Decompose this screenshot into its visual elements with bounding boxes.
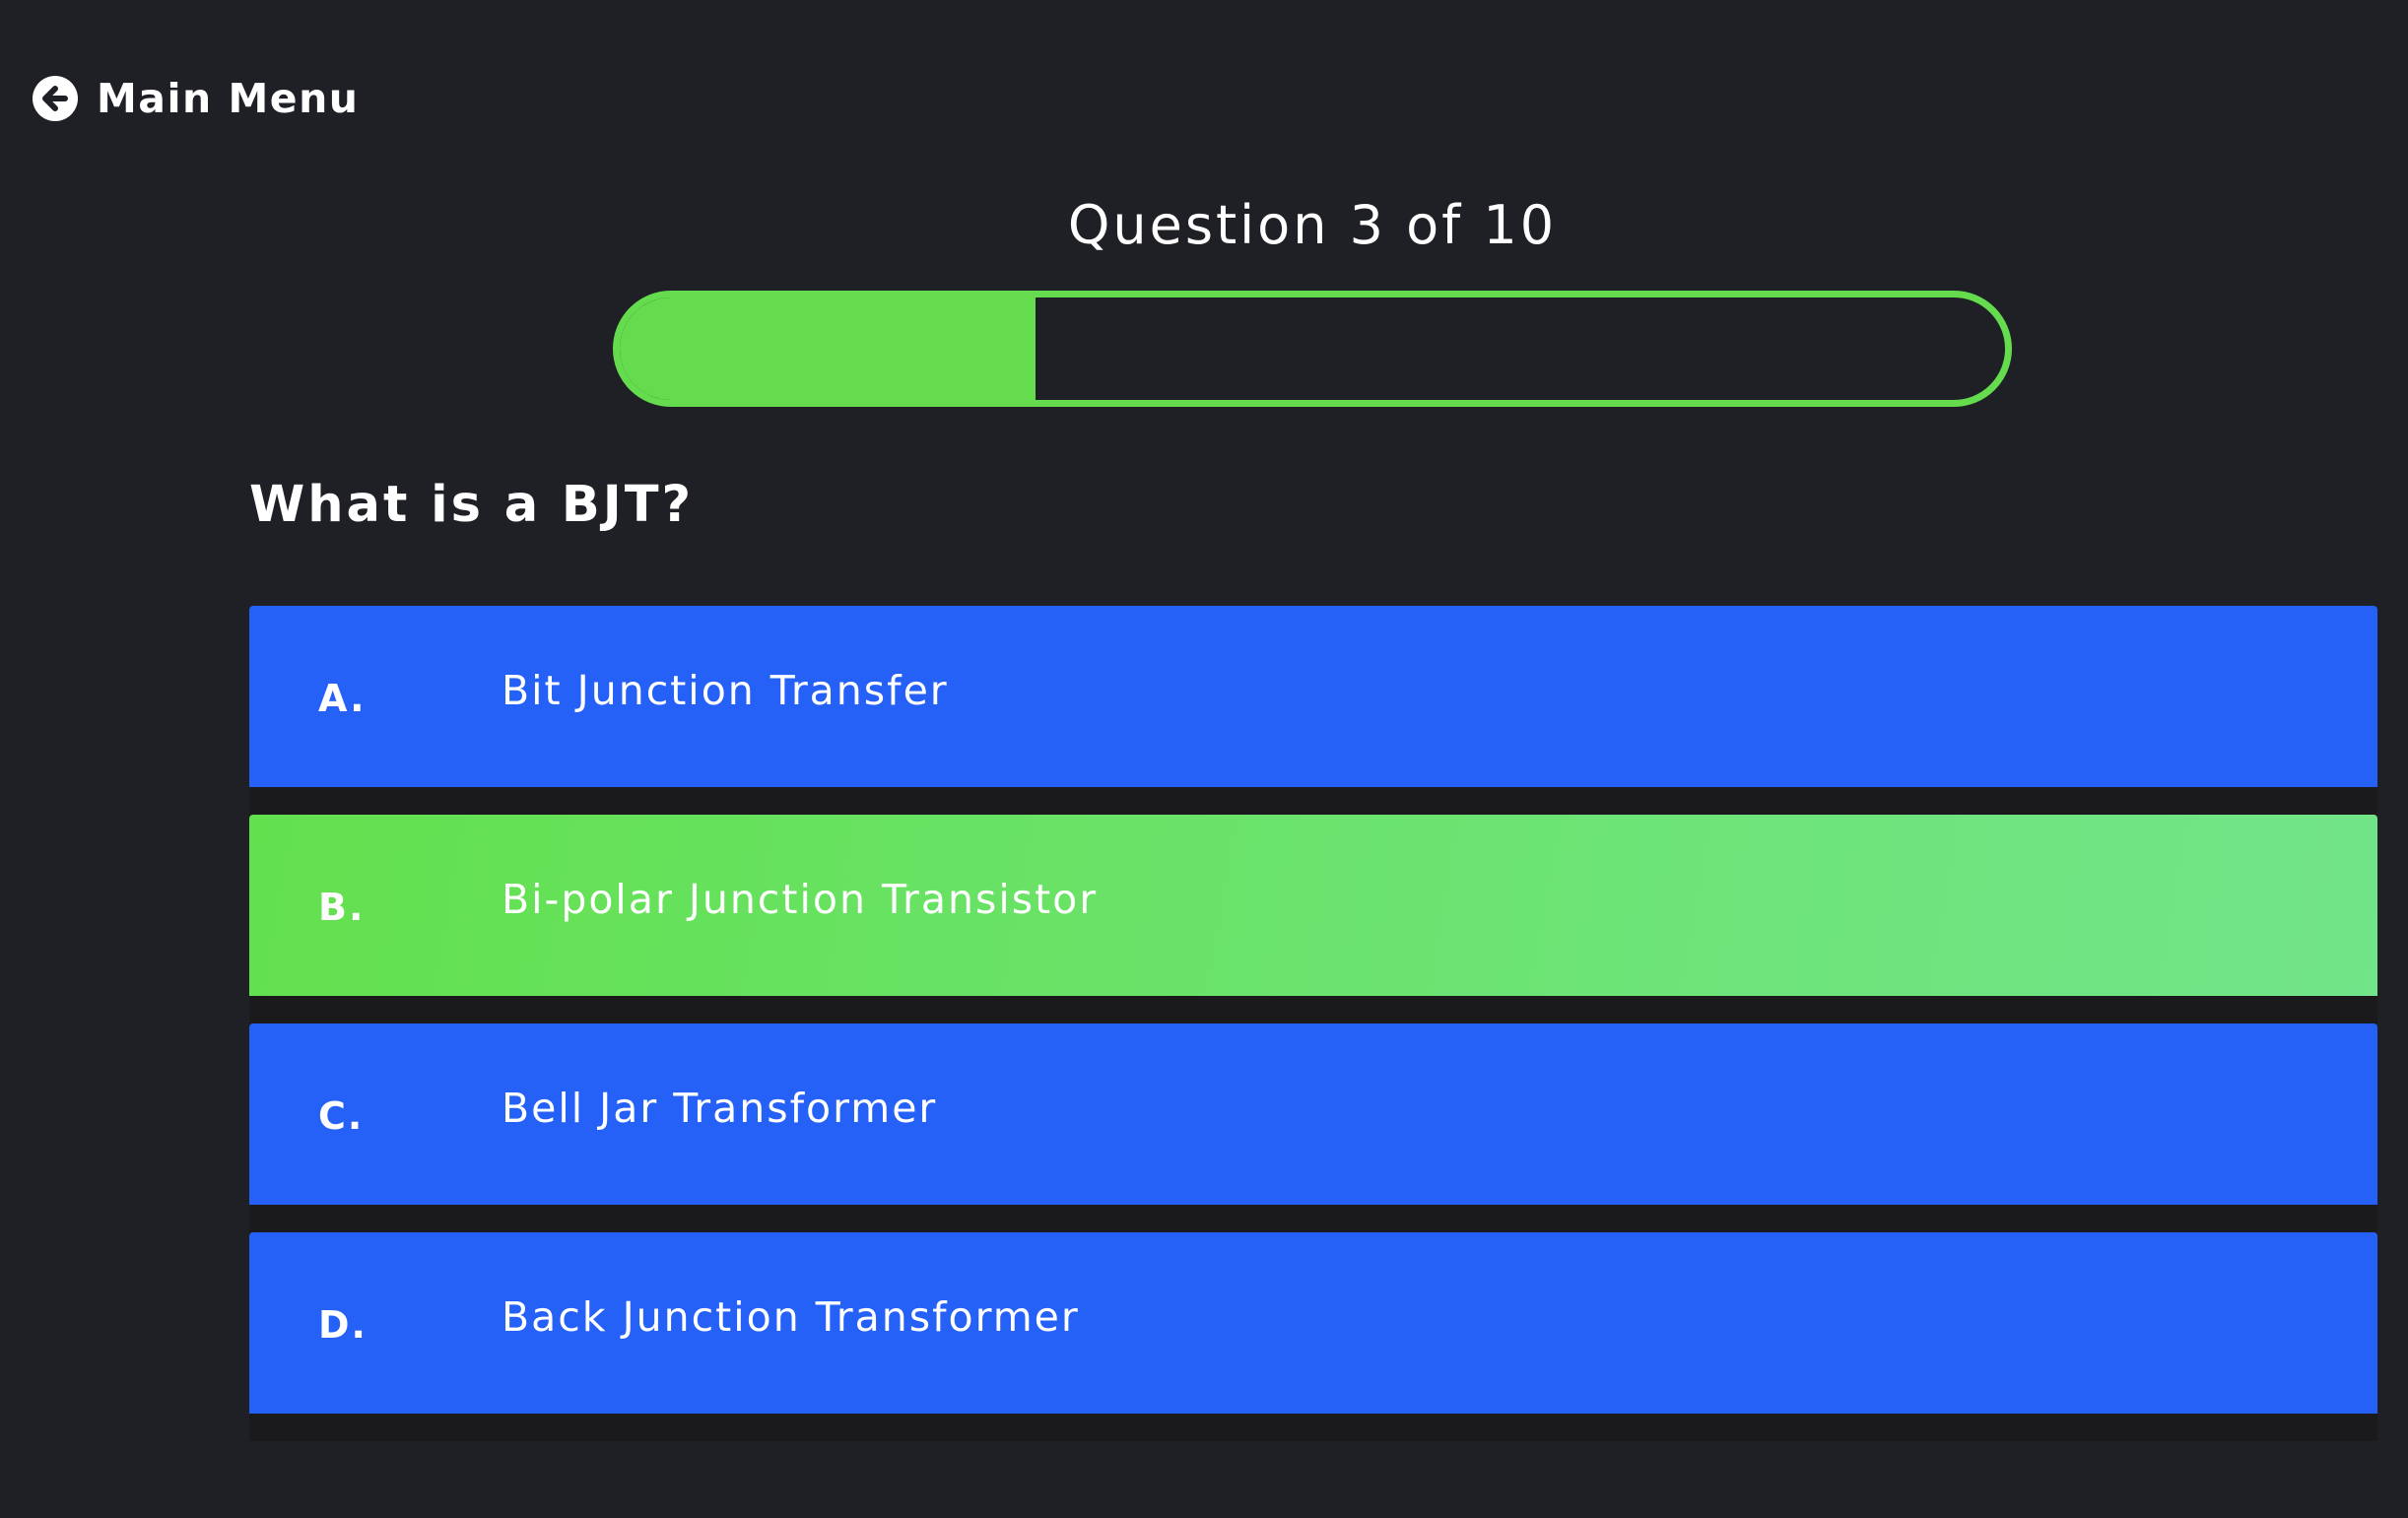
main-menu-link[interactable]: Main Menu xyxy=(32,75,359,122)
answer-letter: A. xyxy=(318,677,367,720)
answer-text: Bell Jar Transformer xyxy=(502,1085,938,1132)
answer-text: Bit Junction Transfer xyxy=(502,667,949,714)
quiz-progress-fill xyxy=(620,297,1036,400)
answer-text: Back Junction Transformer xyxy=(502,1293,1080,1341)
answer-option-c-wrapper: C. Bell Jar Transformer xyxy=(249,1023,2377,1232)
answer-option-d-wrapper: D. Back Junction Transformer xyxy=(249,1232,2377,1441)
answer-option-b-wrapper: B. Bi-polar Junction Transistor xyxy=(249,815,2377,1023)
quiz-progress-bar xyxy=(613,291,2012,407)
answer-letter: D. xyxy=(318,1303,368,1347)
answer-letter: C. xyxy=(318,1094,365,1138)
main-menu-label: Main Menu xyxy=(97,75,360,122)
question-counter: Question 3 of 10 xyxy=(1067,194,1558,256)
answer-text: Bi-polar Junction Transistor xyxy=(502,876,1099,923)
answer-option-c[interactable]: C. Bell Jar Transformer xyxy=(249,1023,2377,1205)
quiz-page: Main Menu Question 3 of 10 What is a BJT… xyxy=(0,0,2408,1518)
answer-letter: B. xyxy=(318,886,366,929)
answer-option-b[interactable]: B. Bi-polar Junction Transistor xyxy=(249,815,2377,996)
answer-list: A. Bit Junction Transfer B. Bi-polar Jun… xyxy=(249,606,2377,1441)
answer-option-d[interactable]: D. Back Junction Transformer xyxy=(249,1232,2377,1414)
answer-option-a-wrapper: A. Bit Junction Transfer xyxy=(249,606,2377,815)
answer-option-a[interactable]: A. Bit Junction Transfer xyxy=(249,606,2377,787)
arrow-left-circle-icon xyxy=(32,75,79,122)
question-text: What is a BJT? xyxy=(249,476,695,534)
